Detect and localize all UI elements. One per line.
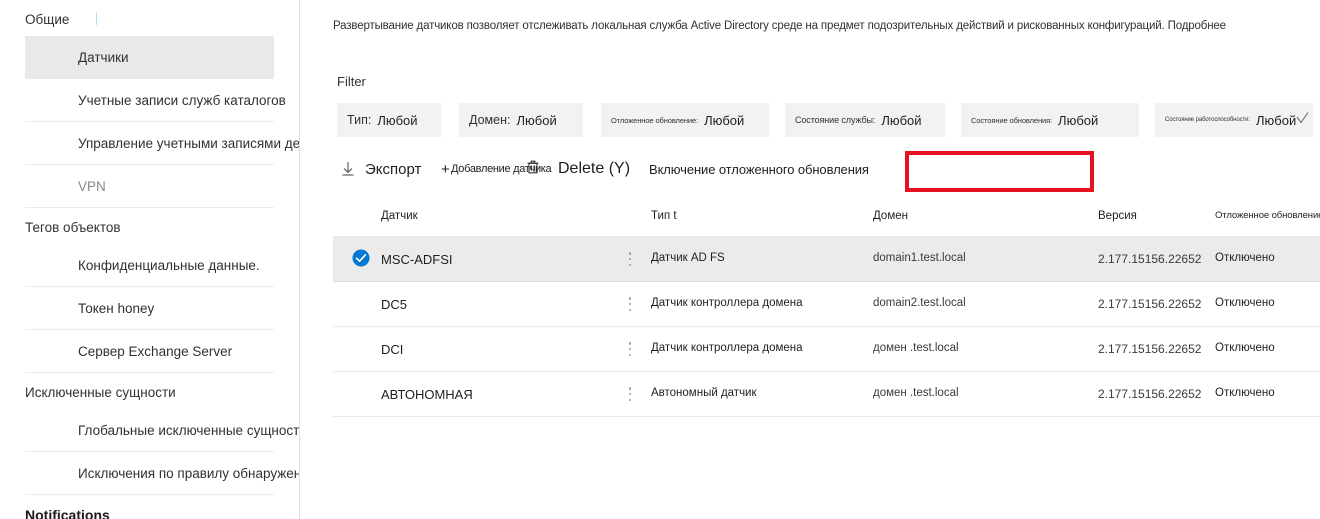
cell-version: 2.177.15156.22652 bbox=[1098, 252, 1202, 266]
export-label: Экспорт bbox=[365, 160, 422, 178]
sidebar-item-сервер-exchange-server[interactable]: Сервер Exchange Server bbox=[25, 330, 274, 372]
cell-type: Датчик контроллера домена bbox=[651, 342, 803, 354]
row-more-options-icon[interactable] bbox=[623, 250, 637, 268]
cell-domain: domain1.test.local bbox=[873, 252, 966, 264]
filter-label: Filter bbox=[337, 74, 366, 89]
cell-type: Датчик AD FS bbox=[651, 252, 725, 264]
sensors-main-panel: Развертывание датчиков позволяет отслежи… bbox=[301, 0, 1320, 519]
row-more-options-icon[interactable] bbox=[623, 295, 637, 313]
sidebar-group-title: Общие bbox=[25, 12, 70, 27]
cell-deferred: Отключено bbox=[1215, 297, 1275, 309]
sidebar-item-label: Конфиденциальные данные. bbox=[78, 257, 260, 273]
table-row[interactable]: MSC-ADFSI Датчик AD FS domain1.test.local 2… bbox=[333, 237, 1320, 282]
sidebar-item-датчики[interactable]: Датчики bbox=[25, 36, 274, 78]
table-row[interactable]: DCI Датчик контроллера домена домен .test.… bbox=[333, 327, 1320, 372]
cell-sensor: DCI bbox=[381, 342, 404, 357]
sidebar-item-конфиденциальные-данные[interactable]: Конфиденциальные данные. bbox=[25, 244, 274, 286]
filter-chip-key: Состояние работоспособности: bbox=[1165, 117, 1250, 123]
cell-domain: домен .test.local bbox=[873, 387, 959, 399]
table-row[interactable]: АВТОНОМНАЯ Автономный датчик домен .test.l… bbox=[333, 372, 1320, 417]
filter-chip-домен[interactable]: Домен: Любой bbox=[459, 103, 583, 137]
sidebar-item-label: VPN bbox=[78, 178, 106, 194]
cell-version: 2.177.15156.22652 bbox=[1098, 342, 1202, 356]
enable-deferred-update-button[interactable]: Включение отложенного обновления bbox=[649, 155, 869, 183]
filter-chip-value: Любой bbox=[704, 112, 745, 128]
cell-deferred: Отключено bbox=[1215, 252, 1275, 264]
filter-chip-value: Любой bbox=[516, 112, 557, 128]
cell-domain: domain2.test.local bbox=[873, 297, 966, 309]
row-more-options-icon[interactable] bbox=[623, 385, 637, 403]
row-more-options-icon[interactable] bbox=[623, 340, 637, 358]
cell-deferred: Отключено bbox=[1215, 342, 1275, 354]
sidebar-item-vpn[interactable]: VPN bbox=[25, 165, 274, 207]
filter-chip-отложенное-обновление[interactable]: Отложенное обновление: Любой bbox=[601, 103, 769, 137]
filter-chip-value: Любой bbox=[1058, 112, 1099, 128]
sidebar-item-глобальные-исключенные-сущности[interactable]: Глобальные исключенные сущности bbox=[25, 409, 299, 451]
app-root: Общие Датчики Учетные записи служб каталог… bbox=[0, 0, 1320, 519]
sidebar-item-управление-учетными-записями-действий[interactable]: Управление учетными записями действий bbox=[25, 122, 299, 164]
column-header-version[interactable]: Версия bbox=[1098, 210, 1137, 222]
sidebar-group-title: Notifications bbox=[25, 507, 110, 519]
export-button[interactable]: Экспорт bbox=[341, 155, 421, 183]
text-cursor-caret bbox=[96, 12, 97, 25]
column-header-type[interactable]: Тип t bbox=[651, 210, 677, 222]
sidebar-item-исключения-по-правилу-обнаружения[interactable]: Исключения по правилу обнаружения bbox=[25, 452, 299, 494]
filter-chip-key: Состояние обновления: bbox=[971, 115, 1053, 125]
sensors-table: Датчик Тип t Домен Версия Отложенное обновле… bbox=[333, 200, 1320, 417]
cell-type: Датчик контроллера домена bbox=[651, 297, 803, 309]
filter-chip-row: Тип: Любой Домен: Любой Отложенное обновлени… bbox=[333, 103, 1313, 137]
cell-sensor: MSC-ADFSI bbox=[381, 252, 453, 267]
cell-domain: домен .test.local bbox=[873, 342, 959, 354]
cell-sensor: АВТОНОМНАЯ bbox=[381, 387, 473, 402]
filter-chip-value: Любой bbox=[377, 112, 418, 128]
filter-chip-key: Состояние службы: bbox=[795, 115, 876, 125]
filter-chip-состояние-службы[interactable]: Состояние службы: Любой bbox=[785, 103, 945, 137]
sidebar-group-title: Тегов объектов bbox=[25, 220, 121, 235]
highlight-annotation-box bbox=[905, 151, 1094, 192]
filter-chip-тип[interactable]: Тип: Любой bbox=[337, 103, 441, 137]
table-row[interactable]: DC5 Датчик контроллера домена domain2.test… bbox=[333, 282, 1320, 327]
sidebar-group-title: Исключенные сущности bbox=[25, 385, 176, 400]
sidebar-item-label: Управление учетными записями действий bbox=[78, 135, 300, 151]
add-button-plus-icon[interactable]: + bbox=[441, 155, 450, 183]
command-bar: Экспорт + Добавление датчика Delete (Y) … bbox=[333, 155, 1313, 187]
trash-icon[interactable] bbox=[526, 159, 540, 180]
row-selected-checkmark-icon[interactable] bbox=[352, 249, 370, 267]
filter-chip-value: Любой bbox=[1255, 112, 1297, 128]
sidebar-item-label: Сервер Exchange Server bbox=[78, 343, 233, 359]
sidebar-item-label: Токен honey bbox=[78, 300, 155, 316]
column-header-domain[interactable]: Домен bbox=[873, 210, 908, 222]
sidebar-item-label: Учетные записи служб каталогов bbox=[78, 92, 286, 108]
filter-chip-состояние-обновления[interactable]: Состояние обновления: Любой bbox=[961, 103, 1139, 137]
sidebar-item-label: Исключения по правилу обнаружения bbox=[78, 465, 300, 481]
download-arrow-icon bbox=[341, 161, 355, 177]
column-header-deferred[interactable]: Отложенное обновление bbox=[1215, 210, 1320, 221]
sidebar-item-токен-honey[interactable]: Токен honey bbox=[25, 287, 274, 329]
table-header-row: Датчик Тип t Домен Версия Отложенное обновле… bbox=[333, 200, 1320, 237]
info-banner: Развертывание датчиков позволяет отслежи… bbox=[333, 20, 1226, 32]
column-header-sensor[interactable]: Датчик bbox=[381, 210, 418, 222]
filter-chip-value: Любой bbox=[881, 112, 922, 128]
settings-sidebar: Общие Датчики Учетные записи служб каталог… bbox=[0, 0, 300, 519]
sidebar-item-label: Глобальные исключенные сущности bbox=[78, 422, 300, 438]
filter-chip-состояние-работоспособности[interactable]: Состояние работоспособности: Любой bbox=[1155, 103, 1313, 137]
filter-chip-key: Отложенное обновление: bbox=[611, 115, 699, 125]
cell-version: 2.177.15156.22652 bbox=[1098, 297, 1202, 311]
sidebar-item-label: Датчики bbox=[78, 49, 129, 65]
filter-chip-key: Тип: bbox=[347, 113, 372, 127]
checkmark-icon bbox=[1296, 112, 1309, 125]
delete-button[interactable]: Delete (Y) bbox=[558, 155, 630, 183]
cell-version: 2.177.15156.22652 bbox=[1098, 387, 1202, 401]
cell-sensor: DC5 bbox=[381, 297, 408, 312]
cell-type: Автономный датчик bbox=[651, 387, 757, 399]
cell-deferred: Отключено bbox=[1215, 387, 1275, 399]
filter-chip-key: Домен: bbox=[469, 113, 511, 127]
sidebar-item-учетные-записи-служб-каталогов[interactable]: Учетные записи служб каталогов bbox=[25, 79, 286, 121]
